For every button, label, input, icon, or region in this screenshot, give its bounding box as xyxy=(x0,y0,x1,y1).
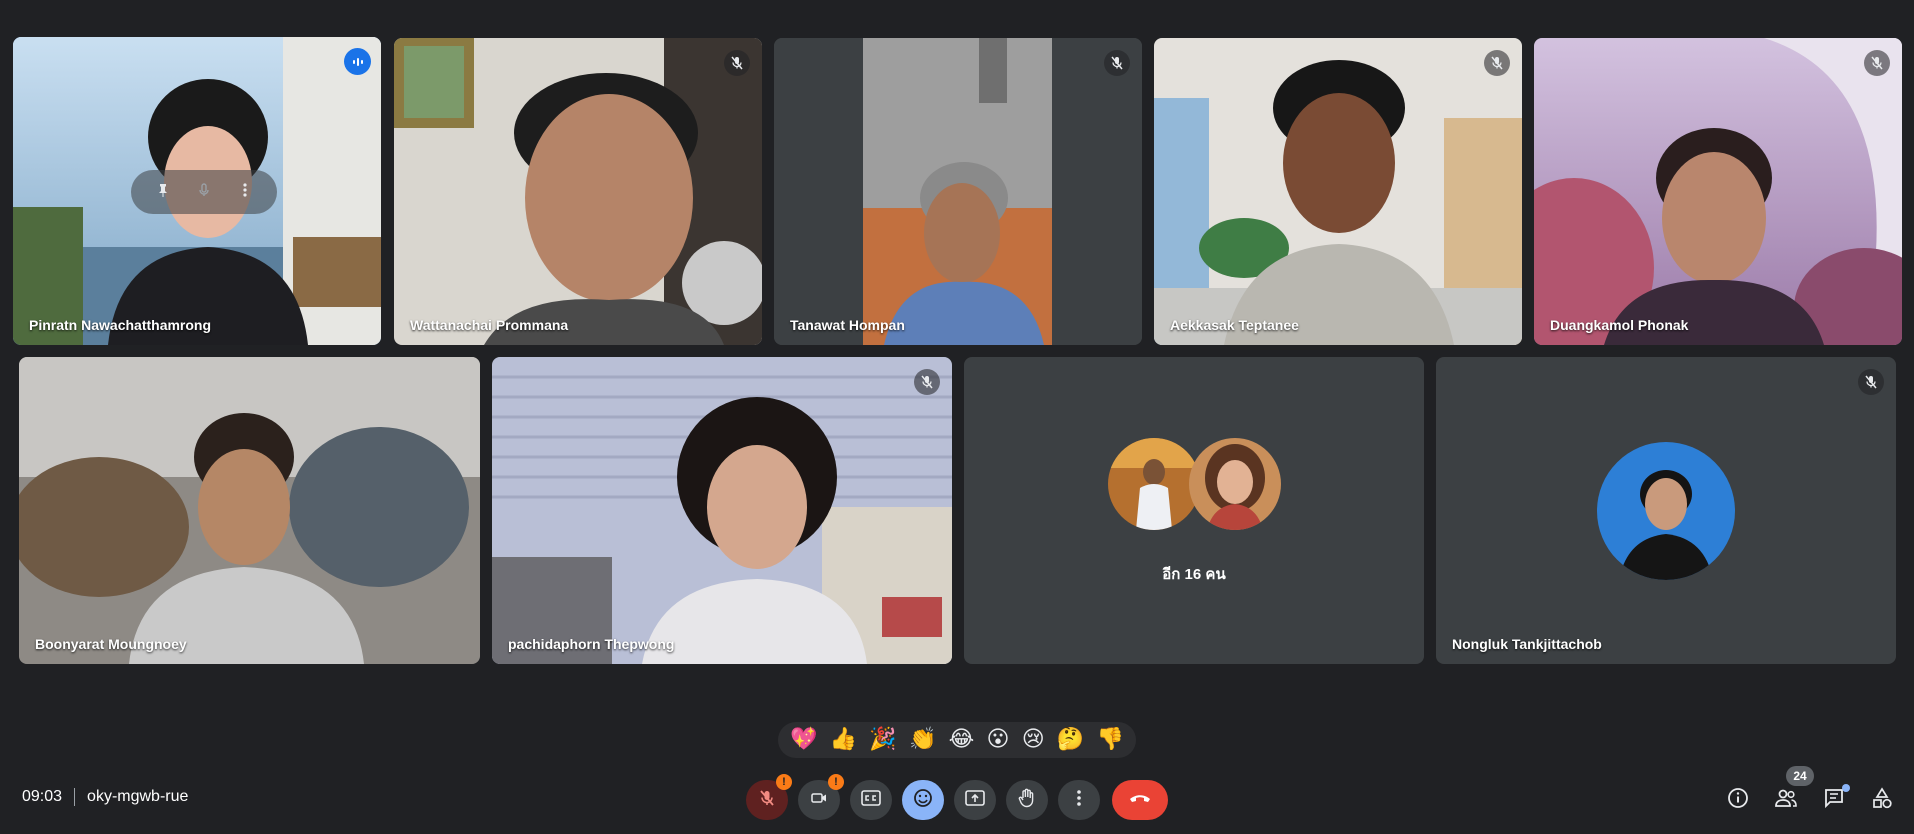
info-icon xyxy=(1727,787,1749,814)
participant-name: Wattanachai Prommana xyxy=(410,317,569,333)
people-button[interactable] xyxy=(1768,782,1804,818)
mic-off-icon xyxy=(1104,50,1130,76)
meeting-time: 09:03 xyxy=(22,788,63,805)
tile-hover-controls xyxy=(131,170,277,214)
mic-off-icon xyxy=(758,789,776,812)
reactions-bar: 💖 👍 🎉 👏 😂 😮 😢 🤔 👎 xyxy=(778,722,1136,758)
participant-name: Boonyarat Moungnoey xyxy=(35,636,187,652)
mic-off-icon xyxy=(1864,50,1890,76)
present-screen-icon xyxy=(965,789,985,812)
captions-button[interactable] xyxy=(850,780,892,820)
participant-video xyxy=(1534,38,1902,345)
reaction-clap[interactable]: 👏 xyxy=(909,729,936,751)
reaction-sad[interactable]: 😢 xyxy=(1022,729,1045,751)
hang-up-icon xyxy=(1128,791,1152,809)
other-participant-avatar xyxy=(1189,438,1281,530)
participant-video xyxy=(1154,38,1522,345)
meeting-details-button[interactable] xyxy=(1720,782,1756,818)
more-options-button[interactable] xyxy=(1058,780,1100,820)
unread-dot xyxy=(1842,784,1850,792)
mic-off-icon xyxy=(1858,369,1884,395)
mic-off-icon xyxy=(914,369,940,395)
emoji-icon xyxy=(913,788,933,813)
mute-participant-icon[interactable] xyxy=(196,182,212,203)
activities-button[interactable] xyxy=(1864,782,1900,818)
participant-video xyxy=(492,357,952,664)
chat-icon xyxy=(1823,787,1845,814)
participant-tile-boonyarat[interactable]: Boonyarat Moungnoey xyxy=(19,357,480,664)
more-options-icon[interactable] xyxy=(237,182,253,203)
mic-off-icon xyxy=(724,50,750,76)
meeting-info: 09:03 oky-mgwb-rue xyxy=(22,788,188,806)
participant-name: Tanawat Hompan xyxy=(790,317,905,333)
participant-tile-wattanachai[interactable]: Wattanachai Prommana xyxy=(394,38,762,345)
camera-button[interactable]: ! xyxy=(798,774,844,820)
meeting-code: oky-mgwb-rue xyxy=(87,788,189,805)
hand-icon xyxy=(1018,788,1036,813)
camera-warning-badge: ! xyxy=(828,774,844,790)
speaking-indicator-icon xyxy=(344,48,371,75)
participant-tile-pinratn[interactable]: Pinratn Nawachatthamrong xyxy=(13,37,381,345)
participant-avatar xyxy=(1597,442,1735,580)
reaction-thinking[interactable]: 🤔 xyxy=(1057,729,1084,751)
reaction-heart[interactable]: 💖 xyxy=(790,729,817,751)
divider xyxy=(74,788,76,806)
others-tile[interactable]: อีก 16 คน xyxy=(964,357,1424,664)
chat-button[interactable] xyxy=(1816,782,1852,818)
other-participant-avatar xyxy=(1108,438,1200,530)
participant-tile-duangkamol[interactable]: Duangkamol Phonak xyxy=(1534,38,1902,345)
participant-video xyxy=(394,38,762,345)
participant-name: Pinratn Nawachatthamrong xyxy=(29,317,212,333)
reaction-thumbs-down[interactable]: 👎 xyxy=(1096,729,1123,751)
shapes-icon xyxy=(1871,786,1893,814)
present-button[interactable] xyxy=(954,780,996,820)
participant-tile-pachidaphorn[interactable]: pachidaphorn Thepwong xyxy=(492,357,952,664)
reaction-laugh[interactable]: 😂 xyxy=(949,729,975,751)
participant-video xyxy=(19,357,480,664)
reactions-button[interactable] xyxy=(902,780,944,820)
captions-icon xyxy=(861,789,881,811)
others-count-label: อีก 16 คน xyxy=(1162,566,1226,583)
participant-name: Duangkamol Phonak xyxy=(1550,317,1689,333)
participant-name: pachidaphorn Thepwong xyxy=(508,636,675,652)
participant-name: Aekkasak Teptanee xyxy=(1170,317,1299,333)
participant-tile-nongluk[interactable]: Nongluk Tankjittachob xyxy=(1436,357,1896,664)
reaction-thumbs-up[interactable]: 👍 xyxy=(830,729,857,751)
participant-tile-aekkasak[interactable]: Aekkasak Teptanee xyxy=(1154,38,1522,345)
reaction-surprised[interactable]: 😮 xyxy=(987,729,1010,751)
leave-call-button[interactable] xyxy=(1112,780,1168,820)
people-icon xyxy=(1774,788,1798,813)
participant-video xyxy=(774,38,1142,345)
microphone-button[interactable]: ! xyxy=(746,774,792,820)
raise-hand-button[interactable] xyxy=(1006,780,1048,820)
reaction-party[interactable]: 🎉 xyxy=(869,729,896,751)
more-vert-icon xyxy=(1076,789,1082,812)
mic-off-icon xyxy=(1484,50,1510,76)
participant-name: Nongluk Tankjittachob xyxy=(1452,636,1602,652)
camera-off-icon xyxy=(810,789,828,812)
participant-tile-tanawat[interactable]: Tanawat Hompan xyxy=(774,38,1142,345)
pin-icon[interactable] xyxy=(155,182,171,203)
mic-warning-badge: ! xyxy=(776,774,792,790)
